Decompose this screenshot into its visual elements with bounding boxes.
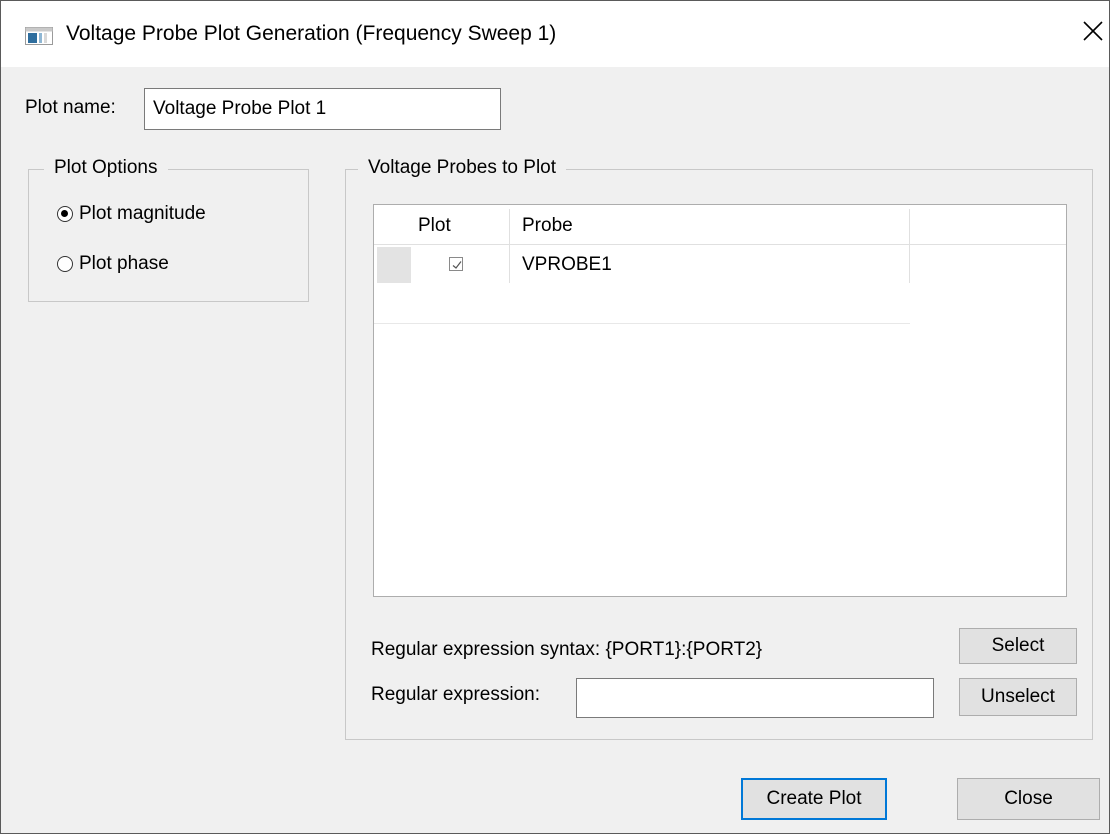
cell-divider bbox=[909, 245, 910, 283]
close-icon[interactable] bbox=[1081, 19, 1105, 43]
table-row[interactable]: VPROBE1 bbox=[374, 245, 910, 324]
dialog-window: Voltage Probe Plot Generation (Frequency… bbox=[0, 0, 1110, 834]
plot-options-group: Plot Options Plot magnitude Plot phase bbox=[28, 157, 309, 302]
close-button[interactable]: Close bbox=[957, 778, 1100, 820]
regex-syntax-label: Regular expression syntax: {PORT1}:{PORT… bbox=[371, 639, 763, 660]
voltage-probes-title: Voltage Probes to Plot bbox=[358, 157, 567, 179]
radio-label-phase: Plot phase bbox=[79, 253, 169, 274]
plot-name-label: Plot name: bbox=[25, 97, 116, 118]
regex-input[interactable] bbox=[576, 678, 934, 718]
unselect-button[interactable]: Unselect bbox=[959, 678, 1077, 716]
window-app-icon bbox=[25, 27, 53, 45]
column-divider bbox=[909, 209, 910, 244]
radio-plot-magnitude[interactable]: Plot magnitude bbox=[57, 203, 206, 225]
table-header: Plot Probe bbox=[374, 205, 1066, 245]
radio-plot-phase[interactable]: Plot phase bbox=[57, 253, 169, 275]
row-divider bbox=[374, 323, 910, 324]
radio-label-magnitude: Plot magnitude bbox=[79, 203, 206, 224]
title-bar: Voltage Probe Plot Generation (Frequency… bbox=[1, 1, 1109, 67]
row-header[interactable] bbox=[377, 247, 411, 283]
column-header-probe[interactable]: Probe bbox=[522, 205, 573, 244]
probe-name-cell: VPROBE1 bbox=[522, 254, 612, 275]
probes-table[interactable]: Plot Probe VPROBE1 bbox=[373, 204, 1067, 597]
create-plot-button[interactable]: Create Plot bbox=[741, 778, 887, 820]
voltage-probes-group: Voltage Probes to Plot Plot Probe VPROBE… bbox=[345, 157, 1093, 740]
column-header-plot[interactable]: Plot bbox=[418, 205, 451, 244]
plot-options-title: Plot Options bbox=[44, 157, 168, 179]
plot-name-input[interactable] bbox=[144, 88, 501, 130]
window-title: Voltage Probe Plot Generation (Frequency… bbox=[66, 22, 557, 45]
checkmark-icon bbox=[452, 261, 462, 269]
radio-button-unchecked[interactable] bbox=[57, 256, 73, 272]
radio-button-checked[interactable] bbox=[57, 206, 73, 222]
plot-checkbox[interactable] bbox=[449, 257, 463, 271]
cell-divider bbox=[509, 245, 510, 283]
column-divider bbox=[509, 209, 510, 244]
select-button[interactable]: Select bbox=[959, 628, 1077, 664]
regex-label: Regular expression: bbox=[371, 684, 540, 705]
